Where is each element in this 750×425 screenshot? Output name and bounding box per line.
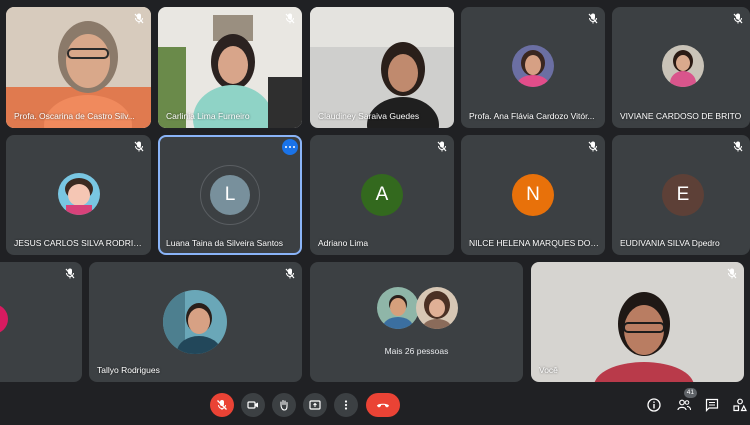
leave-call-button[interactable] <box>366 393 400 417</box>
participant-tile[interactable]: VIVIANE CARDOSO DE BRITO <box>612 7 750 128</box>
mic-off-icon <box>285 268 295 279</box>
avatar <box>163 290 227 354</box>
avatar-initial: A <box>361 174 403 216</box>
avatar-initial: E <box>662 174 704 216</box>
overflow-count-label: Mais 26 pessoas <box>384 346 449 356</box>
participant-tile[interactable]: Carlinia Lima Furneiro <box>158 7 302 128</box>
participant-name: Tallyo Rodrigues <box>97 365 160 375</box>
people-button[interactable]: 41 <box>676 388 697 413</box>
self-view-tile[interactable]: Você <box>531 262 744 382</box>
mic-off-icon <box>65 268 75 279</box>
raise-hand-icon <box>280 399 288 411</box>
activities-icon <box>733 398 747 412</box>
camera-toggle-button[interactable] <box>241 393 265 417</box>
more-options-button[interactable] <box>334 393 358 417</box>
mic-off-icon <box>733 13 743 24</box>
mic-off-icon <box>733 141 743 152</box>
activities-button[interactable] <box>732 397 748 413</box>
participant-name: VIVIANE CARDOSO DE BRITO <box>620 111 742 121</box>
mic-off-icon <box>285 13 295 24</box>
info-icon <box>647 398 661 412</box>
mic-off-icon <box>727 268 737 279</box>
camera-icon <box>247 401 258 409</box>
mic-off-icon <box>134 141 144 152</box>
participant-video <box>310 7 454 128</box>
mic-off-icon <box>217 400 227 410</box>
participant-tile[interactable]: N NILCE HELENA MARQUES DOS... <box>461 135 605 255</box>
participant-video <box>6 7 151 128</box>
self-video <box>531 262 744 382</box>
avatar-initial: L <box>210 175 250 215</box>
participant-video <box>158 7 302 128</box>
participant-name: Claudiney Saraiva Guedes <box>318 111 420 121</box>
mic-toggle-button[interactable] <box>210 393 234 417</box>
chat-button[interactable] <box>704 397 720 413</box>
participant-tile[interactable]: JESUS CARLOS SILVA RODRIG... <box>6 135 151 255</box>
participant-name: NILCE HELENA MARQUES DOS... <box>469 238 599 248</box>
participant-tile[interactable]: Profa. Oscarina de Castro Silv... <box>6 7 151 128</box>
participant-tile[interactable]: Profa. Ana Flávia Cardozo Vitór... <box>461 7 605 128</box>
avatar <box>416 287 458 329</box>
participant-tile[interactable]: Tallyo Rodrigues <box>89 262 302 382</box>
avatar <box>662 45 704 87</box>
more-options-button[interactable] <box>282 139 298 155</box>
raise-hand-button[interactable] <box>272 393 296 417</box>
meeting-details-button[interactable] <box>646 397 662 413</box>
participant-name: Carlinia Lima Furneiro <box>166 111 250 121</box>
more-options-icon <box>344 400 348 410</box>
participant-tile[interactable]: Claudiney Saraiva Guedes <box>310 7 454 128</box>
participant-tile-active-speaker[interactable]: L Luana Taina da Silveira Santos <box>158 135 302 255</box>
participant-name: EUDIVANIA SILVA Dpedro <box>620 238 720 248</box>
avatar <box>377 287 419 329</box>
present-icon <box>309 400 321 410</box>
participant-tile[interactable]: E EUDIVANIA SILVA Dpedro <box>612 135 750 255</box>
participant-name: Adriano Lima <box>318 238 369 248</box>
overflow-participants-tile[interactable]: Mais 26 pessoas <box>310 262 523 382</box>
participant-name: Você <box>539 365 558 375</box>
hang-up-icon <box>377 403 389 408</box>
participant-name: JESUS CARLOS SILVA RODRIG... <box>14 238 145 248</box>
mic-off-icon <box>134 13 144 24</box>
avatar-initial: N <box>512 174 554 216</box>
participant-tile[interactable]: A Adriano Lima <box>310 135 454 255</box>
participant-name: Profa. Ana Flávia Cardozo Vitór... <box>469 111 595 121</box>
chat-icon <box>705 398 719 412</box>
mic-off-icon <box>588 141 598 152</box>
people-count-badge: 41 <box>683 388 697 398</box>
avatar <box>58 173 100 215</box>
mic-off-icon <box>437 141 447 152</box>
participant-name: Profa. Oscarina de Castro Silv... <box>14 111 135 121</box>
participant-tile[interactable] <box>0 262 82 382</box>
avatar <box>512 45 554 87</box>
participant-name: Luana Taina da Silveira Santos <box>166 238 284 248</box>
mic-off-icon <box>588 13 598 24</box>
avatar <box>0 304 8 334</box>
people-icon <box>677 399 691 411</box>
present-now-button[interactable] <box>303 393 327 417</box>
